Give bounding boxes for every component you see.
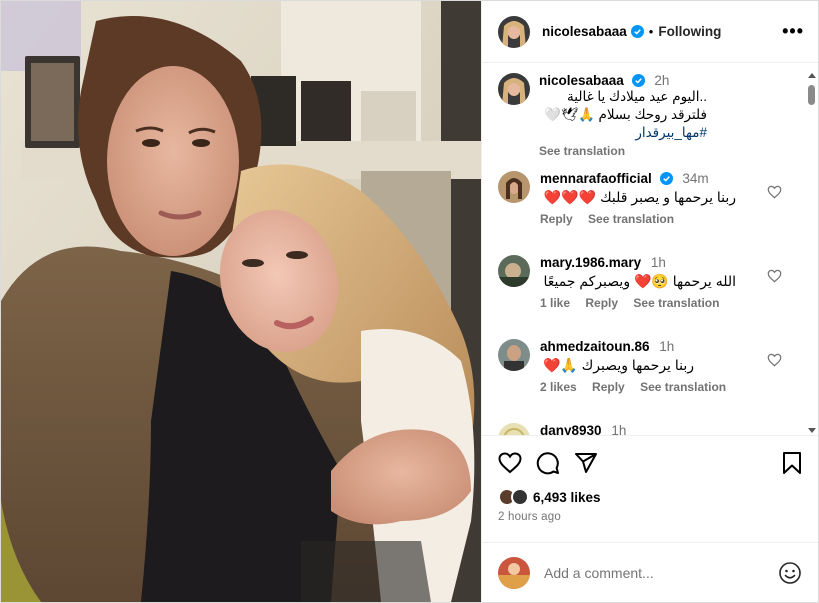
caption: nicolesabaaa 2h ..اليوم عيد ميلادك يا غا… — [498, 73, 802, 171]
post-modal: nicolesabaaa • Following ••• nicolesabaa… — [0, 0, 819, 603]
post-time-ago[interactable]: 2 hours ago — [498, 511, 802, 523]
caption-avatar[interactable] — [498, 73, 530, 105]
viewer-avatar — [498, 556, 530, 589]
commenter-avatar[interactable] — [498, 423, 530, 435]
scroll-thumb[interactable] — [808, 85, 815, 105]
post-header: nicolesabaaa • Following ••• — [482, 1, 818, 63]
caption-hashtag[interactable]: #مها_بيرقدار — [539, 124, 707, 142]
comment-time: 1h — [659, 339, 675, 354]
comment-item: dany8930 1h — [498, 423, 802, 435]
caption-time: 2h — [654, 73, 670, 88]
see-translation-button[interactable]: See translation — [633, 296, 719, 310]
comment-likes[interactable]: 1 like — [540, 296, 570, 310]
author-username[interactable]: nicolesabaaa — [542, 24, 627, 39]
following-button[interactable]: Following — [658, 24, 721, 39]
caption-see-translation[interactable]: See translation — [539, 144, 802, 158]
add-comment-bar — [482, 542, 818, 602]
liker-avatar — [511, 488, 529, 506]
share-icon[interactable] — [574, 451, 598, 475]
post-footer: 6,493 likes 2 hours ago — [482, 435, 818, 539]
scroll-up-arrow[interactable] — [808, 73, 816, 78]
comment-item: mennarafaofficial 34m ربنا يرحمها و يصبر… — [498, 171, 802, 255]
comments-list[interactable]: nicolesabaaa 2h ..اليوم عيد ميلادك يا غا… — [482, 63, 818, 435]
add-comment-input[interactable] — [544, 564, 778, 581]
comment-time: 1h — [611, 423, 627, 435]
reply-button[interactable]: Reply — [592, 380, 625, 394]
commenter-username[interactable]: dany8930 — [540, 423, 602, 435]
emoji-icon[interactable] — [778, 561, 802, 585]
post-photo — [1, 1, 481, 602]
comment-likes[interactable]: 2 likes — [540, 380, 577, 394]
comment-text: الله يرحمها 🥺❤️ ويصبركم جميعًا — [543, 273, 736, 289]
comment-time: 1h — [650, 255, 666, 270]
caption-line-2: فلترقد روحك بسلام 🙏🕊🤍 — [544, 107, 707, 122]
more-options-icon[interactable]: ••• — [782, 21, 804, 42]
likes-count[interactable]: 6,493 likes — [533, 490, 601, 505]
action-bar — [498, 450, 802, 476]
separator-dot: • — [648, 24, 654, 39]
post-side-panel: nicolesabaaa • Following ••• nicolesabaa… — [481, 1, 818, 602]
comment-item: ahmedzaitoun.86 1h ربنا يرحمها ويصبرك 🙏❤… — [498, 339, 802, 423]
commenter-avatar[interactable] — [498, 339, 530, 371]
post-image — [1, 1, 481, 602]
verified-badge-icon — [631, 74, 645, 87]
heart-icon[interactable] — [498, 452, 522, 474]
comment-text: ربنا يرحمها و يصبر قلبك ❤️❤️❤️ — [543, 189, 736, 205]
likes-summary[interactable]: 6,493 likes — [498, 488, 802, 506]
comment-text: ربنا يرحمها ويصبرك 🙏❤️ — [542, 357, 694, 373]
bookmark-icon[interactable] — [782, 451, 802, 475]
comment-icon[interactable] — [536, 451, 560, 475]
comment-like-heart-icon[interactable] — [767, 353, 782, 367]
caption-username[interactable]: nicolesabaaa — [539, 73, 624, 88]
comments-scrollbar[interactable] — [807, 73, 816, 433]
caption-line-1: ..اليوم عيد ميلادك يا غالية — [567, 89, 707, 104]
see-translation-button[interactable]: See translation — [640, 380, 726, 394]
commenter-username[interactable]: ahmedzaitoun.86 — [540, 339, 650, 354]
comment-like-heart-icon[interactable] — [767, 269, 782, 283]
comment-time: 34m — [682, 171, 709, 186]
commenter-avatar[interactable] — [498, 255, 530, 287]
comment-like-heart-icon[interactable] — [767, 185, 782, 199]
reply-button[interactable]: Reply — [585, 296, 618, 310]
reply-button[interactable]: Reply — [540, 212, 573, 226]
commenter-username[interactable]: mary.1986.mary — [540, 255, 641, 270]
see-translation-button[interactable]: See translation — [588, 212, 674, 226]
verified-badge-icon — [630, 25, 644, 38]
comment-item: mary.1986.mary 1h الله يرحمها 🥺❤️ ويصبرك… — [498, 255, 802, 339]
commenter-username[interactable]: mennarafaofficial — [540, 171, 652, 186]
scroll-down-arrow[interactable] — [808, 428, 816, 433]
verified-badge-icon — [659, 172, 673, 185]
author-avatar[interactable] — [498, 15, 530, 48]
commenter-avatar[interactable] — [498, 171, 530, 203]
